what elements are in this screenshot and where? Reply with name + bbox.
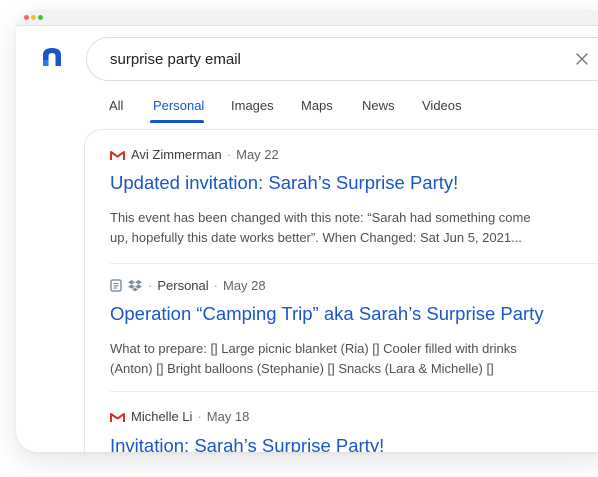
app-logo-icon[interactable] <box>40 46 64 68</box>
gmail-icon <box>110 413 125 422</box>
result-date: May 28 <box>223 278 266 293</box>
result-meta: Avi Zimmerman · May 22 <box>110 147 279 163</box>
dropbox-icon <box>128 280 142 292</box>
tab-personal[interactable]: Personal <box>153 98 204 113</box>
zoom-window-button[interactable] <box>38 15 43 20</box>
result-title-link[interactable]: Operation “Camping Trip” aka Sarah’s Sur… <box>110 303 544 325</box>
tab-news[interactable]: News <box>362 98 395 113</box>
result-sender: Michelle Li <box>131 409 193 424</box>
active-tab-indicator <box>150 120 204 123</box>
browser-window: surprise party email All Personal Images… <box>16 10 598 452</box>
tab-maps[interactable]: Maps <box>301 98 333 113</box>
minimize-window-button[interactable] <box>31 15 36 20</box>
result-source: Personal <box>157 278 209 293</box>
result-meta: · Personal · May 28 <box>110 278 266 294</box>
docs-icon <box>110 279 122 292</box>
result-snippet: What to prepare: [] Large picnic blanket… <box>110 339 570 379</box>
result-snippet: This event has been changed with this no… <box>110 208 570 248</box>
meta-separator: · <box>213 278 218 293</box>
result-sender: Avi Zimmerman <box>131 147 222 162</box>
search-box[interactable]: surprise party email <box>86 37 598 81</box>
result-meta: Michelle Li · May 18 <box>110 409 249 425</box>
result-divider <box>110 391 598 392</box>
tab-all[interactable]: All <box>109 98 123 113</box>
snippet-line: What to prepare: [] Large picnic blanket… <box>110 341 517 356</box>
result-title-link[interactable]: Invitation: Sarah’s Surprise Party! <box>110 435 384 452</box>
close-icon[interactable] <box>575 52 589 66</box>
gmail-icon <box>110 151 125 160</box>
snippet-line: up, hopefully this date works better”. W… <box>110 230 522 245</box>
tab-images[interactable]: Images <box>231 98 274 113</box>
result-date: May 18 <box>206 409 250 424</box>
result-date: May 22 <box>236 147 279 162</box>
window-titlebar <box>16 10 598 26</box>
meta-separator: · <box>148 278 153 293</box>
snippet-line: This event has been changed with this no… <box>110 210 531 225</box>
close-window-button[interactable] <box>24 15 29 20</box>
result-divider <box>110 263 598 264</box>
snippet-line: (Anton) [] Bright balloons (Stephanie) [… <box>110 361 494 376</box>
meta-separator: · <box>226 147 232 162</box>
result-title-link[interactable]: Updated invitation: Sarah’s Surprise Par… <box>110 172 458 194</box>
tab-videos[interactable]: Videos <box>422 98 462 113</box>
meta-separator: · <box>197 409 202 424</box>
search-input[interactable]: surprise party email <box>110 51 241 68</box>
results-panel: Avi Zimmerman · May 22 Updated invitation:… <box>84 129 598 452</box>
